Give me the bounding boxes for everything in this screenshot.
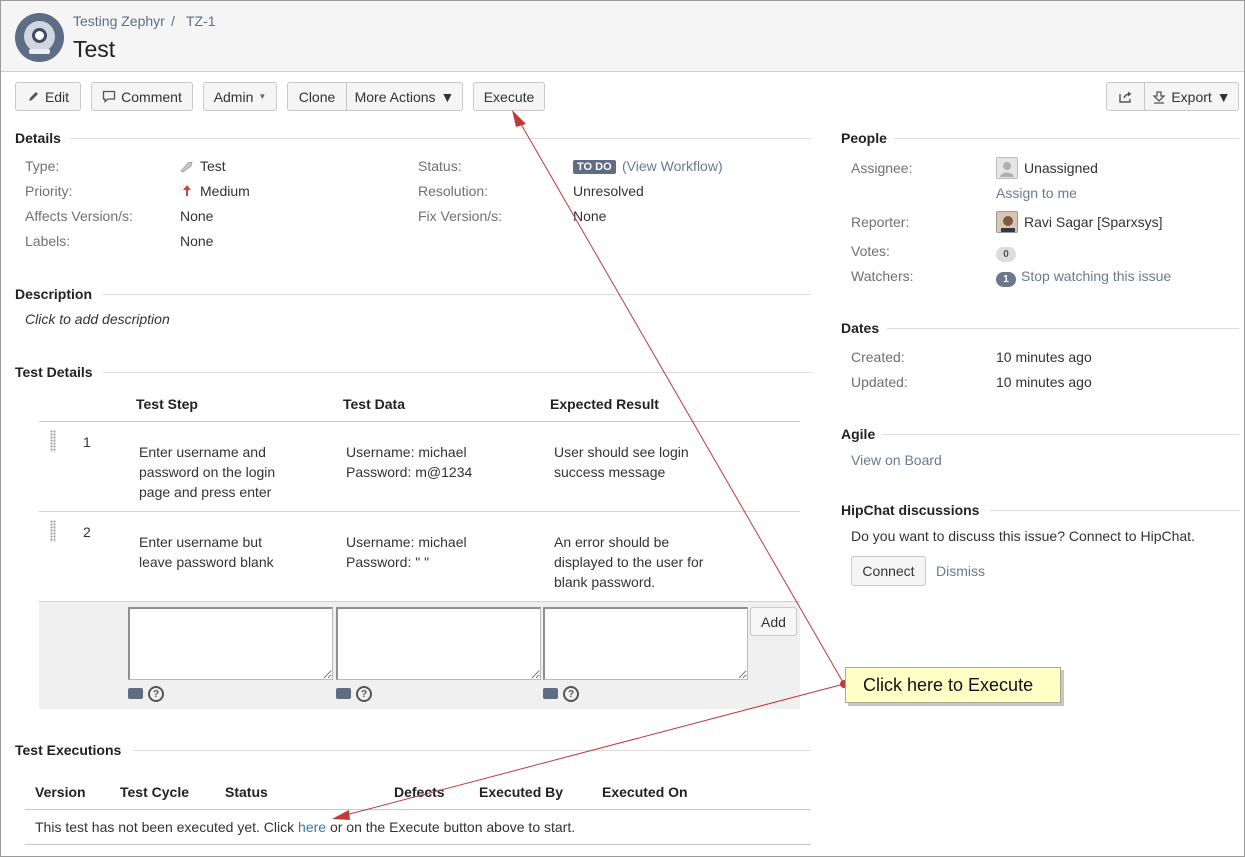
annotation-callout: Click here to Execute — [845, 667, 1061, 703]
annotation-arrows — [332, 110, 848, 820]
callout-text: Click here to Execute — [863, 674, 1034, 695]
arrowhead-icon — [332, 810, 350, 820]
arrowhead-icon — [512, 110, 526, 127]
arrow-to-execute-button — [517, 118, 845, 685]
arrow-to-here-link — [341, 683, 845, 817]
